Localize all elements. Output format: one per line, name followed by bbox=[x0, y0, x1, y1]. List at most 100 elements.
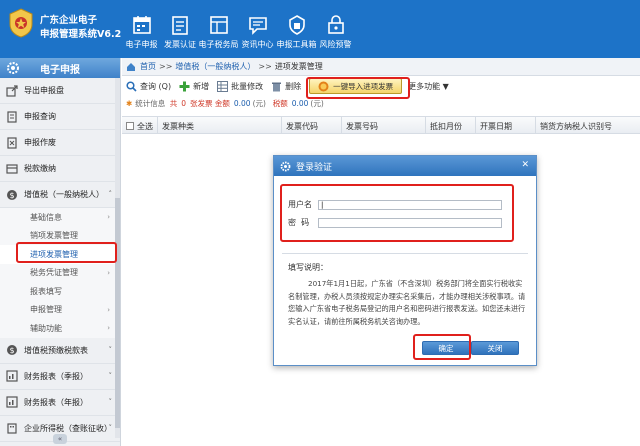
batch-edit-button[interactable]: 批量修改 bbox=[217, 80, 263, 92]
building-icon bbox=[7, 423, 17, 434]
topnav-e-tax-bureau[interactable]: 电子税务局 bbox=[199, 0, 239, 58]
toolbar: 查询 (Q) 新增 批量修改 删除 一键导入进项发票 更多功能 ▼ bbox=[122, 76, 640, 96]
invoice-icon bbox=[172, 16, 188, 35]
sidebar-footer: « bbox=[0, 434, 120, 446]
sidebar-subitem-input-invoice[interactable]: 进项发票管理 bbox=[0, 245, 120, 264]
report-icon bbox=[6, 370, 18, 382]
coin-icon bbox=[318, 81, 329, 91]
confirm-button[interactable]: 确定 bbox=[422, 341, 470, 355]
void-doc-icon bbox=[7, 136, 17, 149]
close-button[interactable]: 关闭 bbox=[471, 341, 519, 355]
sidebar-item-export[interactable]: 导出申报盘 bbox=[0, 78, 120, 104]
sidebar-scrollbar-thumb[interactable] bbox=[115, 198, 120, 428]
dialog-header: 登录验证 ✕ bbox=[274, 156, 536, 176]
search-icon bbox=[126, 80, 137, 92]
add-button[interactable]: 新增 bbox=[179, 81, 209, 92]
breadcrumb-vat[interactable]: 增值税（一般纳税人） bbox=[175, 61, 255, 72]
sidebar-header: 电子申报 bbox=[0, 58, 120, 78]
delete-button[interactable]: 删除 bbox=[271, 81, 301, 92]
arrow-right-icon: › bbox=[107, 268, 110, 277]
arrow-right-icon: › bbox=[107, 213, 110, 222]
column-header[interactable]: 抵扣月份 bbox=[426, 117, 476, 135]
toolbox-icon bbox=[288, 15, 305, 35]
svg-text:$: $ bbox=[9, 191, 14, 200]
username-label: 用户名 bbox=[288, 200, 312, 209]
sidebar-scrollbar[interactable] bbox=[115, 78, 120, 438]
app-header: 广东企业电子 申报管理系统V6.2 电子申报 发票认证 电子税务局 资讯中心 申… bbox=[0, 0, 640, 58]
arrow-right-icon: › bbox=[107, 305, 110, 314]
sidebar-item-query[interactable]: 申报查询 bbox=[0, 104, 120, 130]
gear-icon bbox=[280, 161, 291, 171]
column-header[interactable]: 发票种类 bbox=[158, 117, 282, 135]
sidebar-subitem-output-invoice[interactable]: 销项发票管理 bbox=[0, 226, 120, 245]
topnav-news-center[interactable]: 资讯中心 bbox=[238, 0, 277, 58]
invoice-count: 0 bbox=[181, 98, 186, 108]
import-input-invoice-button[interactable]: 一键导入进项发票 bbox=[309, 78, 403, 94]
sidebar-item-vat[interactable]: $ 增值税（一般纳税人） ˄ bbox=[0, 182, 120, 208]
chevron-down-icon: ˅ bbox=[108, 371, 113, 380]
sidebar-item-vat-prepay[interactable]: $ 增值税预缴税款表 ˅ bbox=[0, 338, 120, 364]
breadcrumb-home[interactable]: 首页 bbox=[140, 61, 156, 72]
query-button[interactable]: 查询 (Q) bbox=[126, 80, 171, 92]
select-all-checkbox[interactable] bbox=[126, 122, 134, 130]
chevron-down-icon: ˅ bbox=[108, 397, 113, 406]
home-icon bbox=[127, 62, 135, 71]
column-header[interactable]: 开票日期 bbox=[476, 117, 536, 135]
close-icon[interactable]: ✕ bbox=[521, 160, 529, 170]
tax-bureau-icon bbox=[209, 16, 228, 34]
caret-down-icon: ▼ bbox=[442, 81, 449, 91]
top-navigation: 电子申报 发票认证 电子税务局 资讯中心 申报工具箱 风险预警 bbox=[122, 0, 355, 58]
select-all-cell[interactable]: 全选 bbox=[122, 117, 158, 135]
amount-value: 0.00 bbox=[233, 98, 251, 108]
username-input[interactable] bbox=[318, 199, 502, 210]
topnav-invoice-auth[interactable]: 发票认证 bbox=[161, 0, 199, 58]
grid-edit-icon bbox=[217, 80, 229, 92]
shield-icon bbox=[327, 15, 344, 34]
invoice-table-header: 全选 发票种类 发票代码 发票号码 抵扣月份 开票日期 销货方纳税人识别号 bbox=[122, 116, 640, 135]
sidebar-subitem-report-fill[interactable]: 报表填写 bbox=[0, 282, 120, 301]
money-icon: $ bbox=[7, 345, 17, 355]
password-label: 密 码 bbox=[288, 218, 310, 227]
info-icon: ✱ bbox=[126, 98, 133, 108]
payment-icon bbox=[6, 163, 18, 174]
password-row: 密 码 bbox=[288, 217, 502, 228]
sidebar-collapse-button[interactable]: « bbox=[53, 434, 67, 444]
username-row: 用户名 bbox=[288, 199, 502, 210]
export-icon bbox=[6, 84, 18, 97]
calendar-icon bbox=[132, 16, 151, 34]
password-input[interactable] bbox=[318, 217, 502, 228]
breadcrumb-current: 进项发票管理 bbox=[274, 62, 323, 71]
stats-bar: ✱ 统计信息 共 0 张发票 金额 0.00 (元) 税额 0.00 (元) bbox=[126, 98, 324, 108]
sidebar-subitem-aux[interactable]: 辅助功能 › bbox=[0, 319, 120, 338]
sidebar-item-fin-annual[interactable]: 财务报表（年报） ˅ bbox=[0, 390, 120, 416]
column-header[interactable]: 发票代码 bbox=[282, 117, 342, 135]
more-functions-dropdown[interactable]: 更多功能 ▼ bbox=[408, 81, 449, 92]
sidebar-subitem-basic-info[interactable]: 基础信息 › bbox=[0, 208, 120, 227]
tax-emblem-icon bbox=[9, 8, 33, 38]
chevron-down-icon: ˅ bbox=[108, 423, 113, 432]
sidebar-item-fin-quarterly[interactable]: 财务报表（季报） ˅ bbox=[0, 364, 120, 390]
topnav-e-filing[interactable]: 电子申报 bbox=[122, 0, 161, 58]
trash-icon bbox=[272, 82, 282, 91]
dialog-title: 登录验证 bbox=[296, 162, 333, 173]
message-icon bbox=[248, 17, 267, 35]
notes-title: 填写说明： bbox=[288, 263, 328, 272]
plus-icon bbox=[179, 81, 190, 91]
login-verification-dialog: 登录验证 ✕ 用户名 密 码 填写说明： 2017年1月1日起，广东省（不含深圳… bbox=[273, 155, 537, 366]
topnav-toolbox[interactable]: 申报工具箱 bbox=[277, 0, 317, 58]
report-icon bbox=[6, 396, 18, 408]
column-header[interactable]: 发票号码 bbox=[342, 117, 426, 135]
arrow-right-icon: › bbox=[107, 324, 110, 333]
app-title: 广东企业电子 申报管理系统V6.2 bbox=[40, 15, 122, 40]
sidebar-item-payment[interactable]: 税款缴纳 bbox=[0, 156, 120, 182]
sidebar-item-void[interactable]: 申报作废 bbox=[0, 130, 120, 156]
topnav-risk-warning[interactable]: 风险预警 bbox=[316, 0, 355, 58]
sidebar-subitem-filing-manage[interactable]: 申报管理 › bbox=[0, 300, 120, 319]
chevron-down-icon: ˅ bbox=[108, 345, 113, 354]
notes-body: 2017年1月1日起，广东省（不含深圳）税务部门将全面实行税收实名制管理，办税人… bbox=[288, 279, 526, 326]
column-header[interactable]: 销货方纳税人识别号 bbox=[536, 117, 640, 135]
sidebar-subitem-tax-voucher[interactable]: 税务凭证管理 › bbox=[0, 263, 120, 282]
money-icon: $ bbox=[7, 189, 17, 200]
divider bbox=[282, 253, 528, 254]
document-icon bbox=[7, 110, 17, 123]
